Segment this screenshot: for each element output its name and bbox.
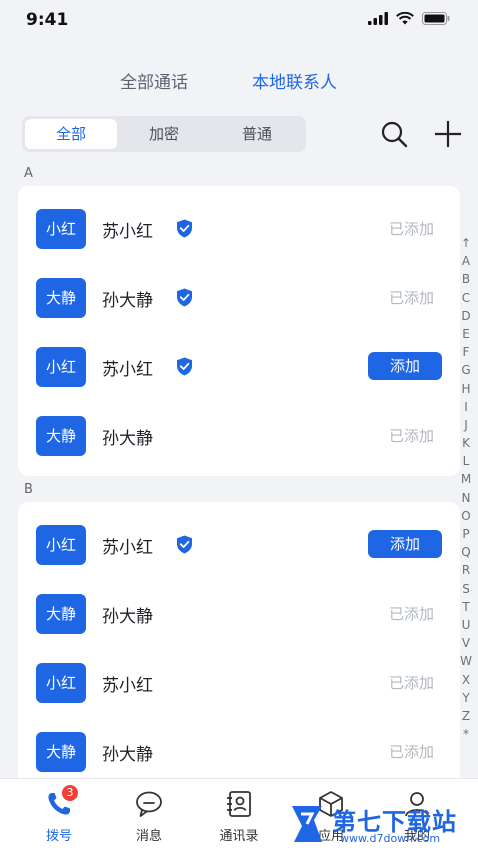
avatar: 大静 (36, 594, 86, 634)
avatar: 小红 (36, 347, 86, 387)
index-letter[interactable]: I (458, 398, 474, 416)
verified-shield-icon (177, 288, 192, 307)
status-bar: 9:41 (0, 0, 478, 44)
index-letter[interactable]: W (458, 652, 474, 670)
contact-row[interactable]: 大静 孙大静 已添加 (18, 717, 460, 786)
watermark-logo-icon (292, 806, 322, 842)
watermark: 第七下载站 www.d7down.com (284, 800, 478, 850)
index-letter[interactable]: G (458, 361, 474, 379)
added-status: 已添加 (388, 289, 434, 307)
index-letter[interactable]: D (458, 307, 474, 325)
alphabet-index[interactable]: ↑ A B C D E F G H I J K L M N O P Q R S … (458, 234, 474, 743)
avatar: 小红 (36, 209, 86, 249)
index-letter[interactable]: A (458, 252, 474, 270)
tab-dial[interactable]: 3 拨号 (24, 785, 94, 844)
avatar: 小红 (36, 663, 86, 703)
contact-row[interactable]: 小红 苏小红 添加 (18, 332, 460, 401)
contact-row[interactable]: 小红 苏小红 添加 (18, 510, 460, 579)
dial-badge: 3 (62, 785, 78, 801)
contact-row[interactable]: 大静 孙大静 已添加 (18, 401, 460, 470)
section-a-card: 小红 苏小红 已添加 大静 孙大静 已添加 小红 苏小红 添加 大静 孙大静 已… (18, 186, 460, 476)
watermark-url: www.d7down.com (340, 832, 441, 845)
avatar: 小红 (36, 525, 86, 565)
index-letter[interactable]: M (458, 470, 474, 488)
contact-row[interactable]: 大静 孙大静 已添加 (18, 579, 460, 648)
index-letter[interactable]: B (458, 270, 474, 288)
phone-icon: 3 (44, 785, 78, 819)
contact-name: 孙大静 (102, 429, 153, 449)
verified-shield-icon (177, 219, 192, 238)
index-letter[interactable]: P (458, 525, 474, 543)
index-top[interactable]: ↑ (458, 234, 474, 252)
status-icons (368, 12, 450, 25)
tab-label: 消息 (135, 829, 162, 844)
index-letter[interactable]: T (458, 598, 474, 616)
battery-icon (422, 12, 450, 25)
index-letter[interactable]: U (458, 616, 474, 634)
index-letter[interactable]: V (458, 634, 474, 652)
index-letter[interactable]: Z (458, 707, 474, 725)
index-letter[interactable]: C (458, 289, 474, 307)
index-letter[interactable]: H (458, 380, 474, 398)
contact-row[interactable]: 小红 苏小红 已添加 (18, 194, 460, 263)
section-letter-a: A (24, 166, 33, 181)
avatar: 大静 (36, 278, 86, 318)
filter-all[interactable]: 全部 (25, 119, 117, 149)
tab-all-calls[interactable]: 全部通话 (120, 68, 188, 93)
contact-name: 孙大静 (102, 745, 153, 765)
section-letter-b: B (24, 482, 33, 497)
added-status: 已添加 (388, 605, 434, 623)
contact-name: 孙大静 (102, 607, 153, 627)
added-status: 已添加 (388, 674, 434, 692)
signal-icon (368, 12, 388, 25)
index-letter[interactable]: Y (458, 689, 474, 707)
added-status: 已添加 (388, 220, 434, 238)
index-letter[interactable]: R (458, 561, 474, 579)
message-icon (134, 789, 164, 819)
avatar: 大静 (36, 416, 86, 456)
wifi-icon (396, 12, 414, 25)
added-status: 已添加 (388, 427, 434, 445)
index-letter[interactable]: K (458, 434, 474, 452)
verified-shield-icon (177, 535, 192, 554)
index-letter[interactable]: L (458, 452, 474, 470)
filter-segment: 全部 加密 普通 (22, 116, 306, 152)
index-letter[interactable]: E (458, 325, 474, 343)
add-button[interactable]: 添加 (368, 530, 442, 558)
top-tabs: 全部通话 本地联系人 (0, 68, 478, 98)
contact-name: 苏小红 (102, 676, 153, 696)
contact-name: 苏小红 (102, 360, 153, 380)
section-b-card: 小红 苏小红 添加 大静 孙大静 已添加 小红 苏小红 已添加 大静 孙大静 已… (18, 502, 460, 792)
verified-shield-icon (177, 357, 192, 376)
tab-label: 拨号 (45, 829, 72, 844)
contact-row[interactable]: 大静 孙大静 已添加 (18, 263, 460, 332)
index-letter[interactable]: Q (458, 543, 474, 561)
add-contact-icon[interactable] (432, 118, 464, 150)
contacts-icon (224, 789, 254, 819)
index-letter[interactable]: F (458, 343, 474, 361)
index-letter[interactable]: J (458, 416, 474, 434)
tab-local-contacts[interactable]: 本地联系人 (252, 68, 337, 93)
search-icon[interactable] (378, 118, 410, 150)
index-letter[interactable]: N (458, 489, 474, 507)
index-letter[interactable]: O (458, 507, 474, 525)
add-button[interactable]: 添加 (368, 352, 442, 380)
tab-messages[interactable]: 消息 (114, 789, 184, 844)
tab-label: 通讯录 (219, 829, 259, 844)
index-star[interactable]: * (458, 725, 474, 743)
added-status: 已添加 (388, 743, 434, 761)
status-time: 9:41 (26, 10, 69, 30)
contact-name: 苏小红 (102, 538, 153, 558)
tab-contacts[interactable]: 通讯录 (204, 789, 274, 844)
contact-row[interactable]: 小红 苏小红 已添加 (18, 648, 460, 717)
contact-name: 孙大静 (102, 291, 153, 311)
contact-name: 苏小红 (102, 222, 153, 242)
avatar: 大静 (36, 732, 86, 772)
filter-normal[interactable]: 普通 (211, 119, 303, 149)
filter-encrypted[interactable]: 加密 (118, 119, 210, 149)
index-letter[interactable]: X (458, 671, 474, 689)
index-letter[interactable]: S (458, 580, 474, 598)
